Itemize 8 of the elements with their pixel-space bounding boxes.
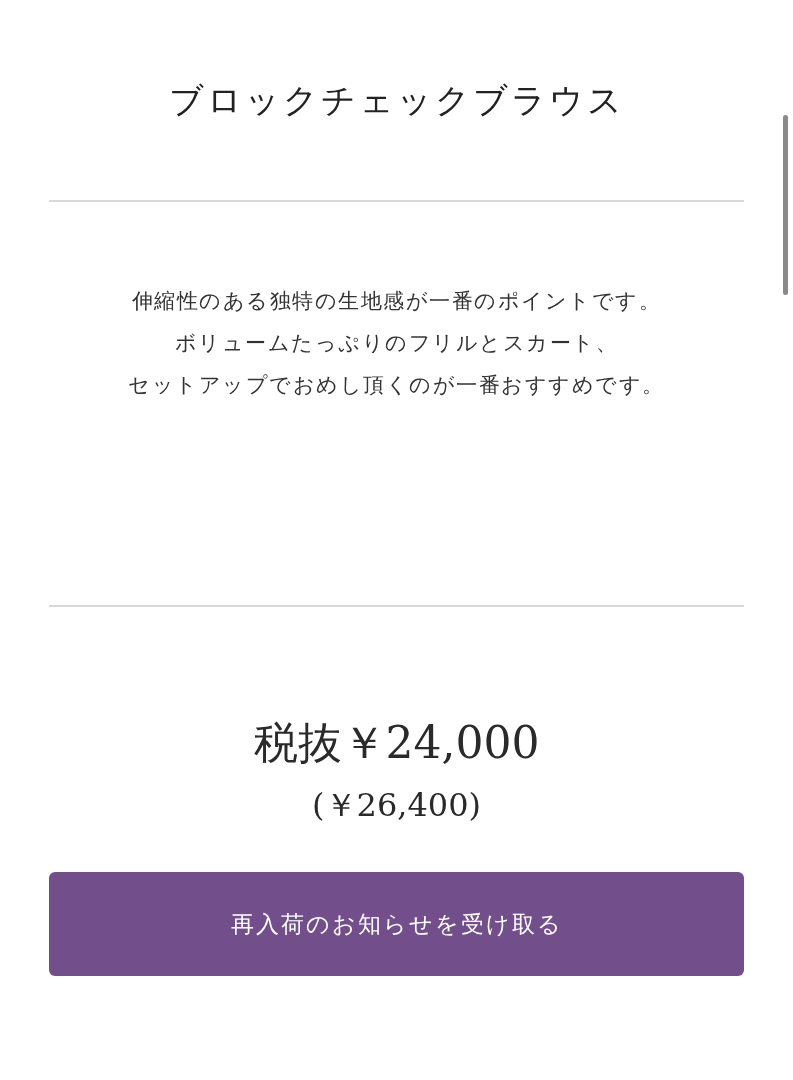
product-title: ブロックチェックブラウス <box>167 79 626 122</box>
description-line: 伸縮性のある独特の生地感が一番のポイントです。 <box>131 289 662 313</box>
description-line: ボリュームたっぷりのフリルとスカート、 <box>174 331 619 355</box>
restock-notify-button[interactable]: 再入荷のお知らせを受け取る <box>49 872 744 976</box>
description-line: セットアップでおめし頂くのが一番おすすめです。 <box>128 373 665 397</box>
scrollbar-thumb[interactable] <box>783 115 788 295</box>
price-excluding-tax: 税抜￥24,000 <box>252 716 541 770</box>
price-including-tax: (￥26,400) <box>311 785 482 826</box>
